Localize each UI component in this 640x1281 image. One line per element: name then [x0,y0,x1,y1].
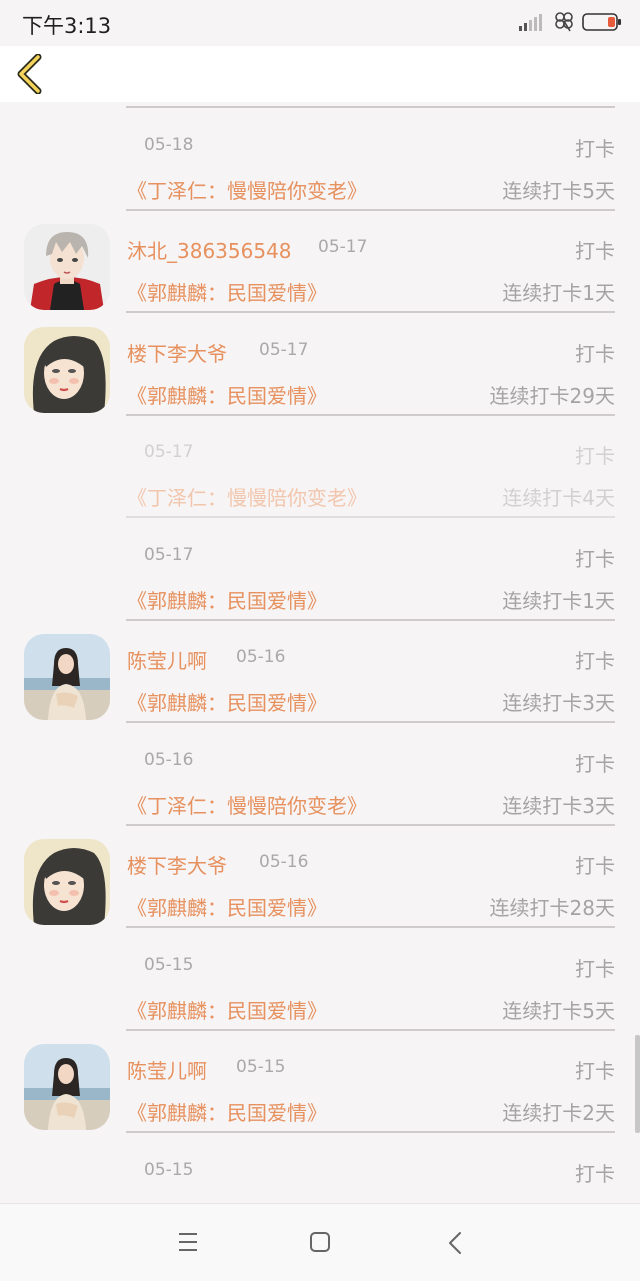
streak-text: 连续打卡1天 [502,588,615,613]
list-item: 《郭麒麟：民国爱情》连续打卡2天 [0,102,640,115]
divider [126,311,615,313]
checkin-label[interactable]: 打卡 [575,235,615,264]
entry-date: 05-17 [144,442,194,462]
checkin-feed[interactable]: 《郭麒麟：民国爱情》连续打卡2天05-18打卡《丁泽仁：慢慢陪你变老》连续打卡5… [0,102,640,1202]
streak-text: 连续打卡29天 [489,383,615,408]
signal-icon [519,14,542,31]
checkin-label[interactable]: 打卡 [575,1158,615,1187]
list-item: 沐北_386356548 05-17 打卡《郭麒麟：民国爱情》 连续打卡1天 [0,217,640,320]
menu-icon[interactable] [176,1231,200,1253]
entry-date: 05-16 [236,647,286,667]
divider [126,926,615,928]
book-title-link[interactable]: 《郭麒麟：民国爱情》 [127,277,327,306]
entry-date: 05-15 [144,1159,194,1180]
divider [126,721,615,723]
streak-text: 连续打卡5天 [502,998,615,1023]
divider [126,516,615,518]
book-title-link[interactable]: 《郭麒麟：民国爱情》 [127,995,327,1024]
beach-girl-avatar-image [24,634,110,720]
anime-boy-avatar-image [24,224,110,310]
avatar[interactable] [24,224,110,310]
book-title-link[interactable]: 《郭麒麟：民国爱情》 [127,687,327,716]
list-item: 05-15 打卡 [0,1140,640,1203]
streak-text: 连续打卡3天 [502,691,615,715]
entry-date: 05-15 [144,954,194,975]
status-bar: 下午3:13 [0,0,640,46]
username[interactable]: 楼下李大爷 [127,850,227,879]
book-title-link[interactable]: 《郭麒麟：民国爱情》 [127,1097,327,1126]
streak-text: 连续打卡28天 [489,896,615,920]
entry-date: 05-16 [259,852,309,872]
checkin-label[interactable]: 打卡 [575,748,615,777]
avatar[interactable] [24,839,110,925]
username[interactable]: 陈莹儿啊 [127,1055,207,1084]
username[interactable]: 陈莹儿啊 [127,645,207,674]
list-item: 05-17 打卡《郭麒麟：民国爱情》 连续打卡1天 [0,525,640,628]
chevron-left-icon[interactable] [14,54,48,94]
status-time: 下午3:13 [22,14,112,38]
streak-text: 连续打卡1天 [502,281,615,305]
list-item: 05-18 打卡《丁泽仁：慢慢陪你变老》 连续打卡5天 [0,115,640,218]
checkin-label[interactable]: 打卡 [575,338,615,367]
scrollbar[interactable] [635,1035,640,1133]
entry-date: 05-15 [236,1057,286,1077]
avatar[interactable] [24,634,110,720]
divider [126,1131,615,1133]
list-item: 05-17 打卡《丁泽仁：慢慢陪你变老》 连续打卡4天 [0,422,640,525]
checkin-label[interactable]: 打卡 [575,133,615,162]
list-item: 楼下李大爷 05-17 打卡《郭麒麟：民国爱情》 连续打卡29天 [0,320,640,423]
entry-date: 05-18 [144,134,194,155]
book-title-link[interactable]: 《郭麒麟：民国爱情》 [127,892,327,921]
clover-icon [555,12,573,32]
username[interactable]: 楼下李大爷 [127,338,227,367]
divider [126,618,615,621]
list-item: 05-15 打卡《郭麒麟：民国爱情》 连续打卡5天 [0,935,640,1038]
list-item: 05-16 打卡《丁泽仁：慢慢陪你变老》 连续打卡3天 [0,730,640,833]
checkin-label[interactable]: 打卡 [575,645,615,674]
list-item: 陈莹儿啊 05-16 打卡《郭麒麟：民国爱情》 连续打卡3天 [0,627,640,730]
checkin-label[interactable]: 打卡 [575,953,615,982]
streak-text: 连续打卡5天 [502,178,615,203]
book-title-link[interactable]: 《丁泽仁：慢慢陪你变老》 [127,175,367,204]
checkin-label[interactable]: 打卡 [575,440,615,469]
username[interactable]: 沐北_386356548 [127,235,292,264]
entry-date: 05-17 [259,339,309,360]
list-item: 楼下李大爷 05-16 打卡《郭麒麟：民国爱情》 连续打卡28天 [0,832,640,935]
avatar[interactable] [24,1044,110,1130]
painted-woman-avatar-image [24,326,110,413]
divider [126,208,615,211]
book-title-link[interactable]: 《丁泽仁：慢慢陪你变老》 [127,482,367,511]
back-triangle-icon[interactable] [445,1230,465,1256]
book-title-link[interactable]: 《郭麒麟：民国爱情》 [127,380,327,409]
system-nav-bar [0,1203,640,1281]
divider [126,823,615,826]
top-bar [0,46,640,102]
avatar[interactable] [24,326,110,413]
entry-date: 05-17 [318,237,368,257]
checkin-label[interactable]: 打卡 [575,543,615,572]
book-title-link[interactable]: 《丁泽仁：慢慢陪你变老》 [127,790,367,819]
checkin-label[interactable]: 打卡 [575,850,615,879]
divider [126,106,615,108]
book-title-link[interactable]: 《郭麒麟：民国爱情》 [127,585,327,614]
painted-woman-avatar-image [24,839,110,925]
streak-text: 连续打卡3天 [502,793,615,818]
list-item: 陈莹儿啊 05-15 打卡《郭麒麟：民国爱情》 连续打卡2天 [0,1037,640,1140]
divider [126,413,615,416]
entry-date: 05-16 [144,749,194,770]
streak-text: 连续打卡2天 [502,1101,615,1125]
streak-text: 连续打卡4天 [502,486,615,510]
home-square-icon[interactable] [309,1231,331,1253]
beach-girl-avatar-image [24,1044,110,1130]
divider [126,1028,615,1031]
entry-date: 05-17 [144,544,194,565]
battery-icon [582,13,621,31]
checkin-label[interactable]: 打卡 [575,1055,615,1084]
